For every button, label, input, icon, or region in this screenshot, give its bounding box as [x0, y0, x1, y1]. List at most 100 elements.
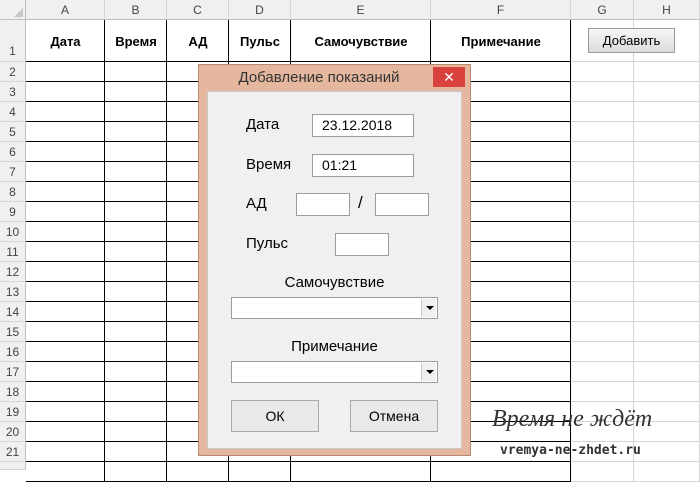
row-header-6[interactable]: 6	[0, 142, 26, 162]
row-header-12[interactable]: 12	[0, 262, 26, 282]
grid-cell[interactable]	[634, 322, 700, 342]
grid-cell[interactable]	[26, 142, 105, 162]
grid-cell[interactable]	[26, 402, 105, 422]
grid-cell[interactable]	[634, 222, 700, 242]
grid-cell[interactable]	[634, 102, 700, 122]
grid-cell[interactable]	[571, 62, 634, 82]
row-header-17[interactable]: 17	[0, 362, 26, 382]
row-header-10[interactable]: 10	[0, 222, 26, 242]
table-header-note[interactable]: Примечание	[431, 34, 571, 49]
table-header-date[interactable]: Дата	[26, 34, 105, 49]
grid-cell[interactable]	[105, 122, 167, 142]
grid-cell[interactable]	[571, 142, 634, 162]
column-header-d[interactable]: D	[229, 0, 291, 20]
date-field[interactable]: 23.12.2018	[312, 114, 414, 137]
grid-cell[interactable]	[26, 362, 105, 382]
grid-cell[interactable]	[26, 302, 105, 322]
grid-cell[interactable]	[105, 302, 167, 322]
row-header-20[interactable]: 20	[0, 422, 26, 442]
grid-cell[interactable]	[105, 322, 167, 342]
grid-cell[interactable]	[105, 202, 167, 222]
grid-cell[interactable]	[26, 262, 105, 282]
grid-cell[interactable]	[634, 122, 700, 142]
grid-cell[interactable]	[571, 122, 634, 142]
grid-cell[interactable]	[26, 102, 105, 122]
row-header-15[interactable]: 15	[0, 322, 26, 342]
grid-cell[interactable]	[26, 322, 105, 342]
table-header-time[interactable]: Время	[105, 34, 167, 49]
note-dropdown[interactable]	[231, 361, 438, 383]
grid-cell[interactable]	[571, 462, 634, 482]
column-header-c[interactable]: C	[167, 0, 229, 20]
grid-cell[interactable]	[634, 182, 700, 202]
grid-cell[interactable]	[26, 162, 105, 182]
grid-cell[interactable]	[105, 182, 167, 202]
chevron-down-icon[interactable]	[421, 363, 436, 381]
grid-cell[interactable]	[634, 82, 700, 102]
column-header-h[interactable]: H	[634, 0, 700, 20]
table-header-bp[interactable]: АД	[167, 34, 229, 49]
grid-cell[interactable]	[571, 362, 634, 382]
grid-cell[interactable]	[26, 82, 105, 102]
column-header-g[interactable]: G	[571, 0, 634, 20]
row-header-8[interactable]: 8	[0, 182, 26, 202]
grid-cell[interactable]	[105, 462, 167, 482]
grid-cell[interactable]	[571, 102, 634, 122]
grid-cell[interactable]	[634, 202, 700, 222]
grid-cell[interactable]	[571, 302, 634, 322]
row-header-14[interactable]: 14	[0, 302, 26, 322]
grid-cell[interactable]	[571, 382, 634, 402]
cancel-button[interactable]: Отмена	[350, 400, 438, 432]
time-field[interactable]: 01:21	[312, 154, 414, 177]
row-header-18[interactable]: 18	[0, 382, 26, 402]
grid-cell[interactable]	[229, 462, 291, 482]
grid-cell[interactable]	[634, 242, 700, 262]
grid-cell[interactable]	[634, 262, 700, 282]
grid-cell[interactable]	[634, 282, 700, 302]
grid-cell[interactable]	[105, 422, 167, 442]
chevron-down-icon[interactable]	[421, 299, 436, 317]
row-header-4[interactable]: 4	[0, 102, 26, 122]
grid-cell[interactable]	[26, 282, 105, 302]
grid-cell[interactable]	[105, 362, 167, 382]
column-header-b[interactable]: B	[105, 0, 167, 20]
grid-cell[interactable]	[634, 362, 700, 382]
grid-cell[interactable]	[634, 382, 700, 402]
row-header-16[interactable]: 16	[0, 342, 26, 362]
grid-cell[interactable]	[571, 262, 634, 282]
grid-cell[interactable]	[571, 162, 634, 182]
close-icon[interactable]: ✕	[433, 67, 465, 87]
row-header-22[interactable]	[0, 462, 26, 470]
column-header-a[interactable]: A	[26, 0, 105, 20]
grid-cell[interactable]	[105, 222, 167, 242]
ok-button[interactable]: ОК	[231, 400, 319, 432]
grid-cell[interactable]	[26, 382, 105, 402]
grid-cell[interactable]	[105, 342, 167, 362]
grid-cell[interactable]	[26, 422, 105, 442]
bp-diastolic-field[interactable]	[375, 193, 429, 216]
grid-cell[interactable]	[26, 122, 105, 142]
row-header-2[interactable]: 2	[0, 62, 26, 82]
grid-cell[interactable]	[26, 342, 105, 362]
grid-cell[interactable]	[105, 282, 167, 302]
grid-cell[interactable]	[571, 242, 634, 262]
grid-cell[interactable]	[571, 182, 634, 202]
grid-cell[interactable]	[291, 462, 431, 482]
grid-cell[interactable]	[105, 82, 167, 102]
wellbeing-dropdown[interactable]	[231, 297, 438, 319]
select-all-corner[interactable]	[0, 0, 26, 20]
grid-cell[interactable]	[634, 442, 700, 462]
pulse-field[interactable]	[335, 233, 389, 256]
grid-cell[interactable]	[105, 262, 167, 282]
grid-cell[interactable]	[26, 442, 105, 462]
grid-cell[interactable]	[105, 162, 167, 182]
grid-cell[interactable]	[571, 222, 634, 242]
grid-cell[interactable]	[167, 462, 229, 482]
bp-systolic-field[interactable]	[296, 193, 350, 216]
grid-cell[interactable]	[105, 102, 167, 122]
grid-cell[interactable]	[26, 202, 105, 222]
grid-cell[interactable]	[571, 342, 634, 362]
row-header-7[interactable]: 7	[0, 162, 26, 182]
table-header-pulse[interactable]: Пульс	[229, 34, 291, 49]
table-header-wellbeing[interactable]: Самочувствие	[291, 34, 431, 49]
